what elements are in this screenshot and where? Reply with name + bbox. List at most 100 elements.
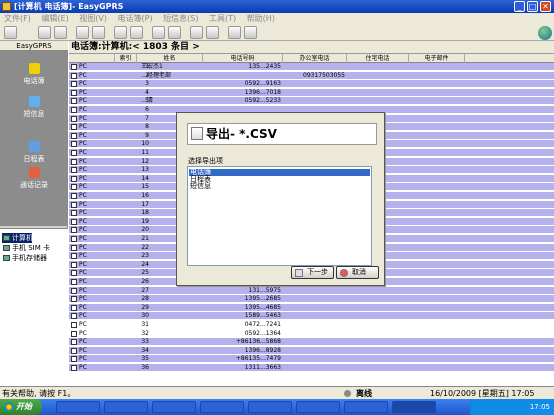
row-checkbox[interactable] bbox=[71, 347, 77, 354]
menu-sms[interactable]: 短信息(S) bbox=[159, 13, 202, 25]
row-checkbox[interactable] bbox=[71, 279, 77, 285]
row-checkbox[interactable] bbox=[71, 132, 77, 139]
menu-file[interactable]: 文件(F) bbox=[0, 13, 35, 25]
row-checkbox[interactable] bbox=[71, 218, 77, 225]
row-checkbox[interactable] bbox=[71, 236, 77, 242]
row-checkbox[interactable] bbox=[71, 253, 77, 260]
table-row[interactable]: PC 2 …经理老部 09317503055 bbox=[69, 71, 554, 80]
nav-item-phonebook[interactable]: 电话簿 bbox=[0, 63, 68, 86]
row-checkbox[interactable] bbox=[71, 167, 77, 174]
export-icon[interactable] bbox=[130, 26, 143, 39]
row-checkbox[interactable] bbox=[71, 296, 77, 303]
row-checkbox[interactable] bbox=[71, 227, 77, 234]
col-email[interactable]: 电子邮件 bbox=[409, 54, 465, 63]
row-checkbox[interactable] bbox=[71, 72, 77, 79]
table-row[interactable]: PC 3 0592...9163 bbox=[69, 80, 554, 89]
row-checkbox[interactable] bbox=[71, 158, 77, 165]
taskbar-item-active[interactable] bbox=[392, 401, 436, 413]
taskbar-item[interactable] bbox=[296, 401, 340, 413]
sync-icon[interactable] bbox=[76, 26, 89, 39]
row-checkbox[interactable] bbox=[71, 98, 77, 105]
print-icon[interactable] bbox=[190, 26, 203, 39]
globe-icon[interactable] bbox=[538, 26, 552, 40]
row-checkbox[interactable] bbox=[71, 124, 77, 131]
row-checkbox[interactable] bbox=[71, 304, 77, 311]
table-row[interactable]: PC 33 +86136...5868 bbox=[69, 338, 554, 347]
connect-icon[interactable] bbox=[4, 26, 17, 39]
option-sms[interactable]: 短信息 bbox=[189, 183, 370, 190]
info-icon[interactable] bbox=[244, 26, 257, 39]
table-row[interactable]: PC 35 +86135...7479 bbox=[69, 355, 554, 364]
taskbar-item[interactable] bbox=[56, 401, 100, 413]
row-checkbox[interactable] bbox=[71, 339, 77, 346]
delete-icon[interactable] bbox=[92, 26, 105, 39]
copy-icon[interactable] bbox=[54, 26, 67, 39]
table-row[interactable]: PC 5 …清 0592...5233 bbox=[69, 97, 554, 106]
row-checkbox[interactable] bbox=[71, 261, 77, 268]
tree-item-sim[interactable]: 手机 SIM 卡 bbox=[2, 243, 50, 253]
row-checkbox[interactable] bbox=[71, 64, 77, 70]
menu-edit[interactable]: 编辑(E) bbox=[37, 13, 72, 25]
nav-item-sms[interactable]: 短信息 bbox=[0, 96, 68, 119]
close-button[interactable]: ✕ bbox=[540, 1, 551, 12]
col-office[interactable]: 办公室电话 bbox=[283, 54, 347, 63]
tree-item-computer[interactable]: 计算机 bbox=[2, 233, 33, 243]
taskbar-item[interactable] bbox=[104, 401, 148, 413]
row-checkbox[interactable] bbox=[71, 89, 77, 96]
new-icon[interactable] bbox=[38, 26, 51, 39]
send-icon[interactable] bbox=[228, 26, 241, 39]
row-checkbox[interactable] bbox=[71, 115, 77, 122]
start-button[interactable]: 开始 bbox=[0, 399, 42, 415]
menu-phonebook[interactable]: 电话簿(P) bbox=[114, 13, 157, 25]
window-titlebar[interactable]: [计算机 电话簿]- EasyGPRS bbox=[0, 0, 554, 13]
cancel-button[interactable]: 取消 bbox=[336, 266, 379, 279]
dialog-titlebar[interactable] bbox=[177, 113, 384, 121]
menu-view[interactable]: 视图(V) bbox=[75, 13, 111, 25]
col-phone[interactable]: 电话号码 bbox=[203, 54, 283, 63]
row-checkbox[interactable] bbox=[71, 201, 77, 208]
row-checkbox[interactable] bbox=[71, 322, 77, 328]
table-row[interactable]: PC 1 王宏杰1 135...2435 bbox=[69, 63, 554, 71]
table-row[interactable]: PC 29 1395...4685 bbox=[69, 303, 554, 312]
row-checkbox[interactable] bbox=[71, 175, 77, 182]
row-checkbox[interactable] bbox=[71, 210, 77, 217]
row-checkbox[interactable] bbox=[71, 141, 77, 148]
nav-item-calendar[interactable]: 日程表 bbox=[0, 141, 68, 164]
col-home[interactable]: 住宅电话 bbox=[347, 54, 409, 63]
menu-tools[interactable]: 工具(T) bbox=[205, 13, 240, 25]
col-index[interactable]: 索引 bbox=[115, 54, 137, 63]
row-checkbox[interactable] bbox=[71, 244, 77, 251]
taskbar-item[interactable] bbox=[152, 401, 196, 413]
import-icon[interactable] bbox=[114, 26, 127, 39]
tree-item-phone-memory[interactable]: 手机存储器 bbox=[2, 253, 47, 263]
row-checkbox[interactable] bbox=[71, 287, 77, 294]
table-row[interactable]: PC 31 0472...7241 bbox=[69, 321, 554, 329]
settings-icon[interactable] bbox=[206, 26, 219, 39]
taskbar-item[interactable] bbox=[344, 401, 388, 413]
row-checkbox[interactable] bbox=[71, 365, 77, 371]
table-row[interactable]: PC 4 1396...7018 bbox=[69, 88, 554, 97]
minimize-button[interactable]: _ bbox=[514, 1, 525, 12]
row-checkbox[interactable] bbox=[71, 193, 77, 199]
taskbar-item[interactable] bbox=[200, 401, 244, 413]
option-calendar[interactable]: 日程表 bbox=[189, 176, 370, 183]
export-options-list[interactable]: 电话簿 日程表 短信息 bbox=[187, 166, 372, 266]
next-button[interactable]: 下一步 bbox=[291, 266, 334, 279]
row-checkbox[interactable] bbox=[71, 313, 77, 320]
table-row[interactable]: PC 30 1589...5463 bbox=[69, 312, 554, 321]
row-checkbox[interactable] bbox=[71, 356, 77, 363]
row-checkbox[interactable] bbox=[71, 184, 77, 191]
table-row[interactable]: PC 34 1396...8928 bbox=[69, 346, 554, 355]
message-icon[interactable] bbox=[168, 26, 181, 39]
option-phonebook[interactable]: 电话簿 bbox=[189, 169, 370, 176]
table-row[interactable]: PC 32 0592...1364 bbox=[69, 329, 554, 338]
row-checkbox[interactable] bbox=[71, 270, 77, 277]
row-checkbox[interactable] bbox=[71, 330, 77, 337]
maximize-button[interactable]: □ bbox=[527, 1, 538, 12]
taskbar-item[interactable] bbox=[248, 401, 292, 413]
nav-item-call-log[interactable]: 通话记录 bbox=[0, 167, 68, 190]
table-row[interactable]: PC 28 1395...2685 bbox=[69, 295, 554, 304]
col-name[interactable]: 姓名 bbox=[137, 54, 203, 63]
table-row[interactable]: PC 27 131...5975 bbox=[69, 286, 554, 295]
row-checkbox[interactable] bbox=[71, 107, 77, 113]
